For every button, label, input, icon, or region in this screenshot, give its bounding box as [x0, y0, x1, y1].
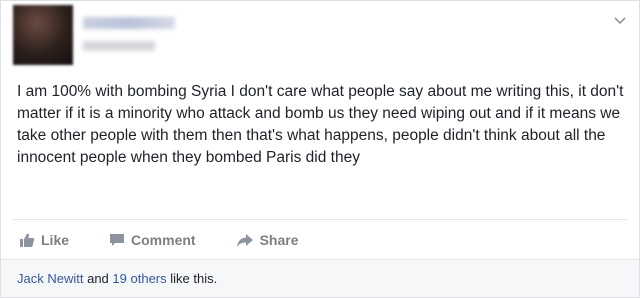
liker-name-link[interactable]: Jack Newitt: [17, 271, 83, 286]
likes-summary: Jack Newitt and 19 others like this.: [1, 259, 639, 297]
likes-and-text: and: [87, 271, 109, 286]
others-link[interactable]: 19 others: [112, 271, 166, 286]
share-label: Share: [259, 232, 299, 248]
comment-icon: [110, 234, 125, 246]
post-card: I am 100% with bombing Syria I don't car…: [0, 0, 640, 298]
post-text: I am 100% with bombing Syria I don't car…: [17, 83, 624, 166]
share-icon: [236, 234, 253, 247]
comment-label: Comment: [131, 232, 196, 248]
action-bar: Like Comment Share: [19, 229, 339, 251]
timestamp-blurred: [83, 41, 155, 51]
divider: [13, 219, 627, 220]
avatar[interactable]: [13, 5, 73, 65]
comment-button[interactable]: Comment: [109, 232, 196, 248]
chevron-down-icon[interactable]: [611, 13, 629, 31]
chevron-down-icon-svg: [614, 17, 626, 25]
likes-suffix: like this.: [170, 271, 218, 286]
thumbs-up-icon: [20, 233, 35, 247]
like-label: Like: [41, 232, 70, 248]
like-button[interactable]: Like: [19, 232, 69, 248]
share-button[interactable]: Share: [236, 232, 299, 248]
author-name-blurred: [83, 17, 175, 29]
